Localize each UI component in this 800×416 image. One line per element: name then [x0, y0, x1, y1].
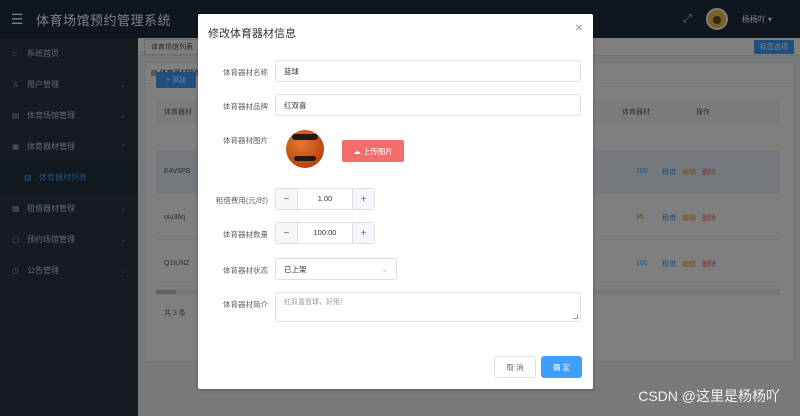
- plus-icon[interactable]: +: [352, 189, 374, 209]
- minus-icon[interactable]: −: [276, 189, 298, 209]
- brand-label: 体育器材品牌: [223, 102, 268, 111]
- name-label: 体育器材名称: [223, 68, 268, 77]
- confirm-button[interactable]: 确 定: [541, 356, 582, 378]
- brand-field[interactable]: 红双喜: [275, 94, 581, 116]
- resize-handle[interactable]: [573, 314, 578, 319]
- fee-stepper[interactable]: − 1.00 +: [275, 188, 375, 210]
- cancel-button[interactable]: 取 消: [494, 356, 536, 378]
- edit-equipment-dialog: 修改体育器材信息 ✕ 体育器材名称 篮球 体育器材品牌 红双喜 体育器材图片 ☁…: [198, 14, 593, 389]
- upload-image-button[interactable]: ☁ 上传图片: [342, 140, 404, 162]
- ball-stripe: [292, 134, 318, 140]
- fee-value[interactable]: 1.00: [298, 189, 352, 209]
- quantity-value[interactable]: 100.00: [298, 223, 352, 243]
- plus-icon[interactable]: +: [352, 223, 374, 243]
- name-field[interactable]: 篮球: [275, 60, 581, 82]
- watermark: CSDN @这里是杨杨吖: [638, 388, 780, 404]
- image-label: 体育器材图片: [223, 136, 268, 145]
- quantity-label: 体育器材数量: [223, 230, 268, 239]
- close-icon[interactable]: ✕: [575, 23, 583, 34]
- cloud-upload-icon: ☁: [353, 146, 361, 156]
- status-label: 体育器材状态: [223, 266, 268, 275]
- intro-label: 体育器材简介: [223, 300, 268, 309]
- status-select[interactable]: 已上架 ⌄: [275, 258, 397, 280]
- ball-stripe: [294, 156, 316, 161]
- chevron-down-icon: ⌄: [381, 264, 388, 274]
- minus-icon[interactable]: −: [276, 223, 298, 243]
- dialog-title: 修改体育器材信息: [208, 28, 296, 40]
- fee-label: 租借费用(元/时): [215, 196, 268, 205]
- intro-textarea[interactable]: 红双喜篮球，好用！: [275, 292, 581, 322]
- quantity-stepper[interactable]: − 100.00 +: [275, 222, 375, 244]
